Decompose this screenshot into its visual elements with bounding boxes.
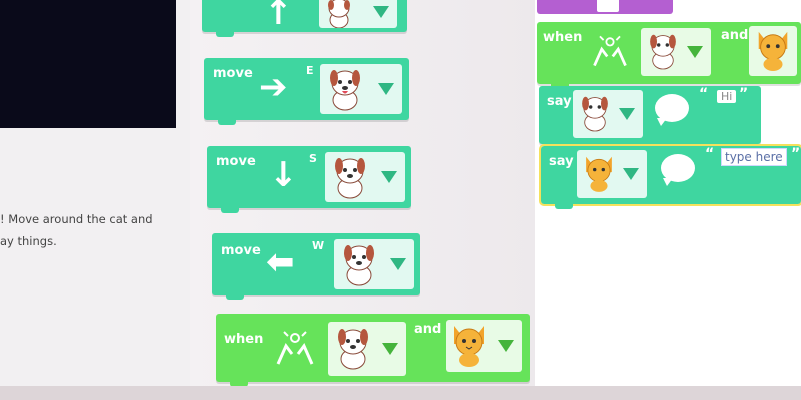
say-cat-block[interactable]: say “ type here ” (539, 144, 801, 209)
dog-selector[interactable] (325, 152, 405, 202)
and-label: and (721, 28, 749, 43)
dog-selector[interactable] (334, 239, 414, 289)
cat-icon (454, 326, 484, 367)
block-label: move (221, 243, 261, 258)
dropdown-arrow-icon (381, 171, 397, 183)
move-up-block[interactable]: ↑ (202, 0, 407, 37)
say-text-value[interactable]: Hi (717, 90, 737, 103)
dog-selector[interactable] (641, 28, 711, 76)
speech-bubble-icon (661, 154, 695, 186)
quote-open: “ (705, 146, 715, 162)
instructions-text: ! Move around the cat and ay things. (0, 208, 190, 252)
say-dog-block[interactable]: say “ Hi ” (539, 86, 761, 149)
cat-selector[interactable] (577, 150, 647, 198)
stage-preview (0, 0, 176, 128)
event-block-partial[interactable] (537, 0, 673, 14)
workspace-gap (762, 86, 801, 140)
dropdown-arrow-icon (687, 46, 703, 58)
dog-selector[interactable] (319, 0, 397, 28)
dog-icon (328, 0, 350, 28)
cat-icon (758, 31, 788, 71)
left-panel: ! Move around the cat and ay things. (0, 0, 190, 400)
cat-selector[interactable] (749, 26, 797, 76)
say-label: say (549, 154, 574, 169)
arrow-left-icon: ⬅ (266, 242, 295, 282)
instructions-line-1: ! Move around the cat and (0, 212, 153, 226)
quote-close: ” (739, 86, 749, 102)
dog-icon (582, 96, 608, 132)
dropdown-arrow-icon (623, 168, 639, 180)
move-south-block[interactable]: move S ↓ (207, 146, 411, 213)
dropdown-arrow-icon (378, 83, 394, 95)
say-label: say (547, 94, 572, 109)
direction-label: E (306, 64, 314, 77)
move-east-block[interactable]: move E ➔ (204, 58, 409, 125)
dog-icon (330, 70, 360, 111)
instructions-line-2: ay things. (0, 234, 57, 248)
block-label: move (216, 154, 256, 169)
cat-icon (586, 156, 612, 192)
dropdown-arrow-icon (382, 343, 398, 355)
cat-selector[interactable] (446, 320, 522, 372)
when-label: when (543, 30, 583, 45)
arrow-right-icon: ➔ (259, 67, 288, 107)
direction-label: S (309, 152, 317, 165)
block-label: move (213, 66, 253, 81)
sparkle-bump-icon (276, 331, 314, 365)
dog-icon (335, 158, 365, 199)
arrow-down-icon: ↓ (269, 155, 298, 195)
when-label: when (224, 332, 264, 347)
move-west-block[interactable]: move W ⬅ (212, 233, 420, 300)
quote-close: ” (791, 146, 801, 162)
workspace-when-block[interactable]: when and (537, 22, 801, 89)
character-slot[interactable] (597, 0, 619, 12)
dog-selector[interactable] (328, 322, 406, 376)
dog-icon (338, 329, 368, 370)
speech-bubble-icon (655, 94, 689, 126)
and-label: and (414, 322, 442, 337)
dropdown-arrow-icon (373, 6, 389, 18)
dog-icon (650, 34, 676, 70)
dog-selector[interactable] (573, 90, 643, 138)
when-touch-block[interactable]: when and (216, 314, 530, 387)
quote-open: “ (699, 86, 709, 102)
sparkle-bump-icon (593, 35, 627, 67)
say-text-input[interactable]: type here (721, 148, 787, 166)
dropdown-arrow-icon (498, 340, 514, 352)
dog-selector[interactable] (320, 64, 402, 114)
bottom-bar (0, 386, 801, 400)
arrow-up-icon: ↑ (264, 0, 293, 33)
dog-icon (344, 245, 374, 286)
direction-label: W (312, 239, 325, 252)
dropdown-arrow-icon (390, 258, 406, 270)
dropdown-arrow-icon (619, 108, 635, 120)
